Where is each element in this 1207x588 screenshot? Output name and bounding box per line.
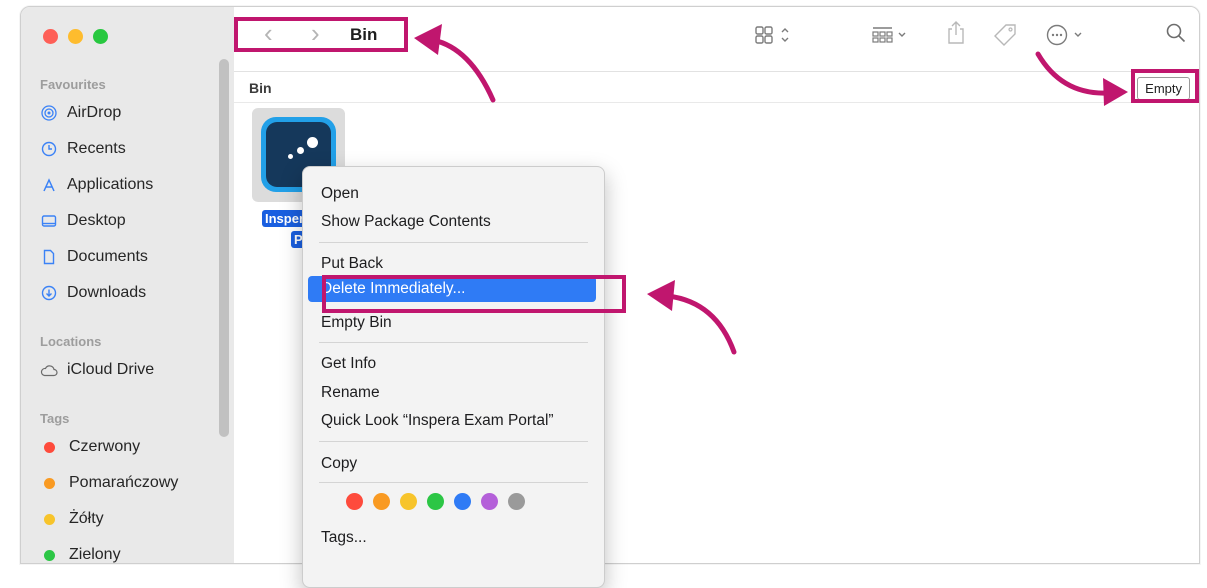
menu-separator <box>319 482 588 483</box>
tag-yellow-dot <box>44 513 55 525</box>
tag-color-purple[interactable] <box>481 493 498 510</box>
context-menu: Open Show Package Contents Put Back Dele… <box>302 166 605 588</box>
sidebar-item-label: AirDrop <box>67 104 122 121</box>
sidebar-item-label: Czerwony <box>69 438 141 455</box>
tag-color-gray[interactable] <box>508 493 525 510</box>
menu-item-empty-bin[interactable]: Empty Bin <box>321 314 392 332</box>
menu-item-show-package-contents[interactable]: Show Package Contents <box>321 213 491 231</box>
sidebar-item-downloads[interactable]: Downloads <box>40 281 146 305</box>
sidebar-item-tag-pomaranczowy[interactable]: Pomarańczowy <box>40 471 178 495</box>
menu-item-quick-look[interactable]: Quick Look “Inspera Exam Portal” <box>321 412 554 430</box>
menu-item-get-info[interactable]: Get Info <box>321 355 376 373</box>
menu-item-rename[interactable]: Rename <box>321 384 380 402</box>
tag-color-blue[interactable] <box>454 493 471 510</box>
sidebar-item-icloud-drive[interactable]: iCloud Drive <box>40 358 154 382</box>
sidebar-item-tag-zielony[interactable]: Zielony <box>40 543 121 563</box>
menu-item-put-back[interactable]: Put Back <box>321 255 383 273</box>
tag-orange-dot <box>44 477 55 489</box>
menu-item-copy[interactable]: Copy <box>321 455 357 473</box>
locations-header: Locations <box>40 334 102 349</box>
sidebar-item-tag-czerwony[interactable]: Czerwony <box>40 435 140 459</box>
sidebar-item-label: Downloads <box>67 284 147 301</box>
more-actions-icon[interactable] <box>1046 24 1088 51</box>
desktop-icon <box>40 213 58 229</box>
sidebar-item-label: Recents <box>67 140 126 157</box>
tag-color-red[interactable] <box>346 493 363 510</box>
favourites-header: Favourites <box>40 77 106 92</box>
highlight-box-empty <box>1131 69 1199 103</box>
close-button[interactable] <box>43 29 58 44</box>
airdrop-icon <box>40 105 58 121</box>
tag-color-orange[interactable] <box>373 493 390 510</box>
document-icon <box>40 249 58 265</box>
sidebar-item-applications[interactable]: Applications <box>40 173 153 197</box>
sidebar-scrollbar[interactable] <box>219 59 229 437</box>
sidebar-item-recents[interactable]: Recents <box>40 137 126 161</box>
sidebar-item-label: Zielony <box>69 546 121 563</box>
sidebar-item-documents[interactable]: Documents <box>40 245 148 269</box>
sidebar-item-label: Applications <box>67 176 154 193</box>
highlight-box-title <box>234 17 408 52</box>
menu-item-tags[interactable]: Tags... <box>321 529 367 547</box>
sidebar: Favourites AirDrop Recents Applications … <box>21 7 234 563</box>
share-icon[interactable] <box>946 21 966 50</box>
clock-icon <box>40 141 58 157</box>
icon-view-grid-icon[interactable] <box>755 25 793 50</box>
zoom-button[interactable] <box>93 29 108 44</box>
download-icon <box>40 285 58 301</box>
tag-red-dot <box>44 441 55 453</box>
applications-icon <box>40 177 58 193</box>
menu-item-open[interactable]: Open <box>321 185 359 203</box>
tag-green-dot <box>44 549 55 561</box>
sidebar-item-label: Documents <box>67 248 148 265</box>
location-label: Bin <box>249 80 272 96</box>
tag-icon[interactable] <box>992 23 1018 54</box>
window-controls <box>43 29 108 44</box>
group-by-icon[interactable] <box>872 25 910 50</box>
minimize-button[interactable] <box>68 29 83 44</box>
menu-separator <box>319 441 588 442</box>
menu-separator <box>319 242 588 243</box>
menu-separator <box>319 342 588 343</box>
sidebar-item-label: Pomarańczowy <box>69 474 179 491</box>
sidebar-item-label: iCloud Drive <box>67 361 155 378</box>
sidebar-item-label: Żółty <box>69 510 104 527</box>
highlight-box-delete <box>322 275 626 313</box>
cloud-icon <box>40 363 58 377</box>
tag-color-yellow[interactable] <box>400 493 417 510</box>
sidebar-item-desktop[interactable]: Desktop <box>40 209 126 233</box>
sidebar-item-label: Desktop <box>67 212 126 229</box>
tags-header: Tags <box>40 411 70 426</box>
sidebar-item-airdrop[interactable]: AirDrop <box>40 101 121 125</box>
sidebar-item-tag-zolty[interactable]: Żółty <box>40 507 104 531</box>
path-bar: Bin Empty <box>234 72 1199 103</box>
search-icon[interactable] <box>1166 23 1186 48</box>
tag-color-green[interactable] <box>427 493 444 510</box>
